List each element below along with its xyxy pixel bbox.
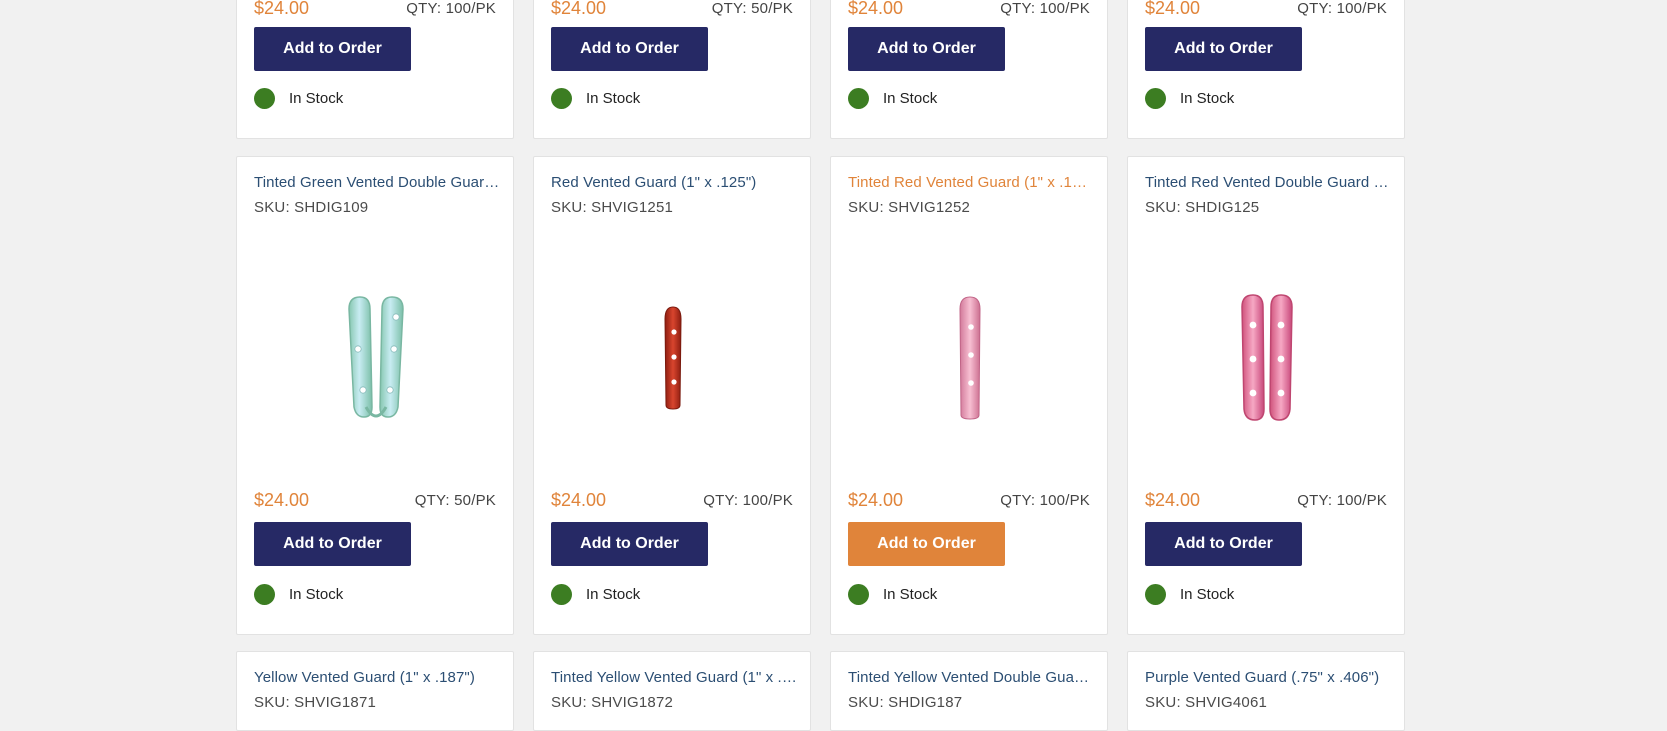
product-card: $24.00 QTY: 100/PK Add to Order In Stock xyxy=(236,0,514,139)
stock-label: In Stock xyxy=(586,90,641,107)
product-card: Purple Vented Guard (.75" x .406") SKU: … xyxy=(1127,651,1405,731)
add-to-order-button[interactable]: Add to Order xyxy=(1145,27,1302,71)
tinted-green-double-guard-icon xyxy=(348,296,404,418)
product-sku: SKU: SHVIG1251 xyxy=(551,199,674,216)
product-card: $24.00 QTY: 100/PK Add to Order In Stock xyxy=(830,0,1108,139)
stock-label: In Stock xyxy=(289,586,344,603)
quantity-per-pack: QTY: 50/PK xyxy=(711,0,793,17)
product-sku: SKU: SHVIG1252 xyxy=(848,199,971,216)
product-image[interactable] xyxy=(551,257,795,427)
product-card: Tinted Yellow Vented Double Guard (1" x … xyxy=(830,651,1108,731)
in-stock-dot-icon xyxy=(254,584,275,605)
quantity-per-pack: QTY: 50/PK xyxy=(414,492,496,509)
product-card: Yellow Vented Guard (1" x .187") SKU: SH… xyxy=(236,651,514,731)
product-image[interactable] xyxy=(1145,257,1389,427)
price: $24.00 xyxy=(1145,0,1201,18)
add-to-order-button[interactable]: Add to Order xyxy=(848,522,1005,566)
product-card: Tinted Green Vented Double Guard (1" x .… xyxy=(236,156,514,635)
product-card: Tinted Red Vented Guard (1" x .125") SKU… xyxy=(830,156,1108,635)
product-title-link[interactable]: Tinted Red Vented Guard (1" x .125") xyxy=(848,174,1094,191)
stock-status: In Stock xyxy=(1145,584,1234,605)
in-stock-dot-icon xyxy=(551,584,572,605)
product-sku: SKU: SHDIG125 xyxy=(1145,199,1260,216)
price: $24.00 xyxy=(551,0,607,18)
product-title-link[interactable]: Tinted Yellow Vented Guard (1" x .187") xyxy=(551,669,797,686)
quantity-per-pack: QTY: 100/PK xyxy=(703,492,793,509)
in-stock-dot-icon xyxy=(1145,88,1166,109)
product-card: Tinted Yellow Vented Guard (1" x .187") … xyxy=(533,651,811,731)
stock-label: In Stock xyxy=(586,586,641,603)
add-to-order-button[interactable]: Add to Order xyxy=(1145,522,1302,566)
product-sku: SKU: SHVIG1871 xyxy=(254,694,377,711)
add-to-order-button[interactable]: Add to Order xyxy=(254,27,411,71)
stock-status: In Stock xyxy=(254,88,343,109)
stock-status: In Stock xyxy=(551,88,640,109)
product-title-link[interactable]: Tinted Red Vented Double Guard (1" x .12… xyxy=(1145,174,1391,191)
tinted-red-double-guard-icon xyxy=(1241,294,1293,421)
in-stock-dot-icon xyxy=(254,88,275,109)
red-guard-icon xyxy=(664,306,682,410)
stock-label: In Stock xyxy=(1180,586,1235,603)
product-card: $24.00 QTY: 50/PK Add to Order In Stock xyxy=(533,0,811,139)
product-sku: SKU: SHVIG4061 xyxy=(1145,694,1268,711)
stock-label: In Stock xyxy=(1180,90,1235,107)
price: $24.00 xyxy=(551,490,607,510)
stock-status: In Stock xyxy=(254,584,343,605)
add-to-order-button[interactable]: Add to Order xyxy=(551,27,708,71)
quantity-per-pack: QTY: 100/PK xyxy=(1297,0,1387,17)
product-card: $24.00 QTY: 100/PK Add to Order In Stock xyxy=(1127,0,1405,139)
product-title-link[interactable]: Purple Vented Guard (.75" x .406") xyxy=(1145,669,1391,686)
product-image[interactable] xyxy=(848,257,1092,427)
in-stock-dot-icon xyxy=(1145,584,1166,605)
in-stock-dot-icon xyxy=(848,88,869,109)
product-sku: SKU: SHVIG1872 xyxy=(551,694,674,711)
product-image[interactable] xyxy=(254,257,498,427)
add-to-order-button[interactable]: Add to Order xyxy=(254,522,411,566)
product-title-link[interactable]: Red Vented Guard (1" x .125") xyxy=(551,174,797,191)
stock-status: In Stock xyxy=(551,584,640,605)
quantity-per-pack: QTY: 100/PK xyxy=(1000,0,1090,17)
stock-status: In Stock xyxy=(1145,88,1234,109)
add-to-order-button[interactable]: Add to Order xyxy=(551,522,708,566)
in-stock-dot-icon xyxy=(848,584,869,605)
product-sku: SKU: SHDIG187 xyxy=(848,694,963,711)
price: $24.00 xyxy=(1145,490,1201,510)
stock-status: In Stock xyxy=(848,88,937,109)
stock-label: In Stock xyxy=(883,586,938,603)
product-card: Red Vented Guard (1" x .125") SKU: SHVIG… xyxy=(533,156,811,635)
in-stock-dot-icon xyxy=(551,88,572,109)
quantity-per-pack: QTY: 100/PK xyxy=(1297,492,1387,509)
product-title-link[interactable]: Yellow Vented Guard (1" x .187") xyxy=(254,669,500,686)
price: $24.00 xyxy=(848,490,904,510)
quantity-per-pack: QTY: 100/PK xyxy=(1000,492,1090,509)
tinted-red-guard-icon xyxy=(959,296,981,420)
product-card: Tinted Red Vented Double Guard (1" x .12… xyxy=(1127,156,1405,635)
stock-label: In Stock xyxy=(289,90,344,107)
product-sku: SKU: SHDIG109 xyxy=(254,199,369,216)
quantity-per-pack: QTY: 100/PK xyxy=(406,0,496,17)
price: $24.00 xyxy=(848,0,904,18)
stock-status: In Stock xyxy=(848,584,937,605)
product-title-link[interactable]: Tinted Green Vented Double Guard (1" x .… xyxy=(254,174,500,191)
add-to-order-button[interactable]: Add to Order xyxy=(848,27,1005,71)
price: $24.00 xyxy=(254,0,310,18)
product-title-link[interactable]: Tinted Yellow Vented Double Guard (1" x … xyxy=(848,669,1094,686)
price: $24.00 xyxy=(254,490,310,510)
stock-label: In Stock xyxy=(883,90,938,107)
